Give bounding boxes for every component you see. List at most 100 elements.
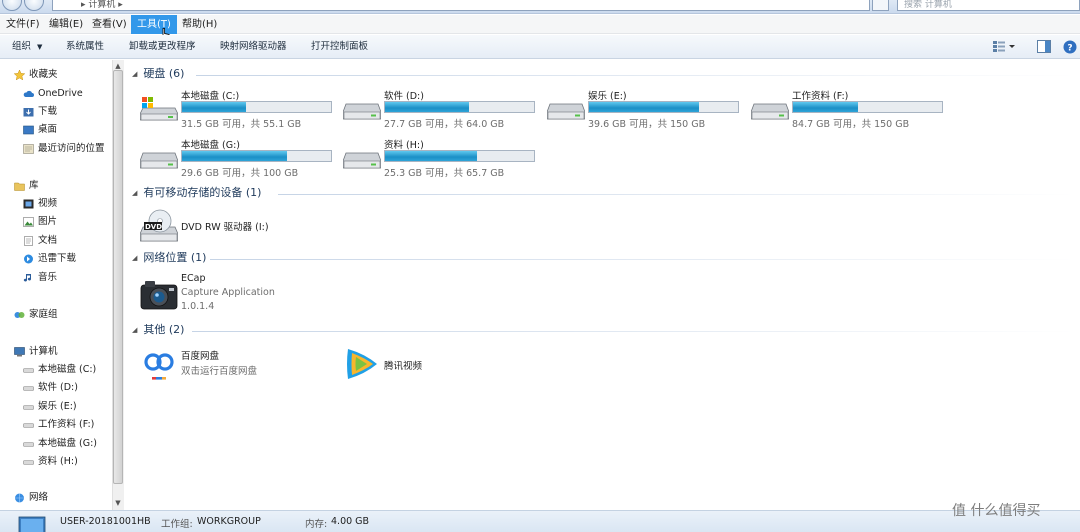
drive-tile-g[interactable]: 本地磁盘 (G:) 29.6 GB 可用，共 100 GB bbox=[140, 137, 340, 179]
drive-icon bbox=[23, 405, 34, 410]
drive-tile-d[interactable]: 软件 (D:) 27.7 GB 可用，共 64.0 GB bbox=[343, 88, 543, 130]
menu-help[interactable]: 帮助(H) bbox=[176, 15, 223, 34]
memory-label: 内存: bbox=[305, 519, 328, 530]
drive-tile-c[interactable]: 本地磁盘 (C:) 31.5 GB 可用，共 55.1 GB bbox=[140, 88, 340, 130]
drive-usage-bar bbox=[588, 101, 739, 113]
group-header-removable[interactable]: ◢ 有可移动存储的设备 (1) bbox=[132, 185, 261, 201]
drive-usage-fill bbox=[793, 102, 858, 112]
camera-icon bbox=[140, 281, 178, 310]
hard-drive-icon bbox=[547, 103, 585, 120]
group-header-other[interactable]: ◢ 其他 (2) bbox=[132, 322, 184, 338]
command-bar: 组织 ▼ 系统属性 卸载或更改程序 映射网络驱动器 打开控制面板 ? bbox=[0, 35, 1080, 59]
organize-button[interactable]: 组织 ▼ bbox=[12, 35, 42, 58]
hard-drive-icon bbox=[343, 103, 381, 120]
drive-free-space: 29.6 GB 可用，共 100 GB bbox=[181, 168, 299, 179]
sidebar-item-label: 工作资料 (F:) bbox=[38, 419, 95, 430]
drive-usage-fill bbox=[182, 151, 287, 161]
svg-text:?: ? bbox=[1067, 44, 1072, 54]
menu-edit[interactable]: 编辑(E) bbox=[43, 15, 89, 34]
computer-name: USER-20181001HB bbox=[60, 516, 151, 527]
recent-places-icon bbox=[23, 144, 34, 154]
downloads-folder-icon bbox=[23, 108, 34, 117]
sidebar-computer-label: 计算机 bbox=[29, 346, 58, 357]
drive-usage-bar bbox=[384, 150, 535, 162]
sidebar-item-label: 资料 (H:) bbox=[38, 456, 78, 467]
other-item-baidu-netdisk[interactable]: 百度网盘 双击运行百度网盘 bbox=[140, 348, 320, 384]
sidebar-item-label: 软件 (D:) bbox=[38, 382, 78, 393]
drive-tile-h[interactable]: 资料 (H:) 25.3 GB 可用，共 65.7 GB bbox=[343, 137, 543, 179]
workgroup-label: 工作组: bbox=[161, 519, 193, 530]
cloud-icon bbox=[23, 90, 34, 97]
group-header-hard-disks[interactable]: ◢ 硬盘 (6) bbox=[132, 66, 184, 82]
collapse-triangle-icon: ◢ bbox=[132, 254, 138, 262]
sidebar-item-label: 娱乐 (E:) bbox=[38, 401, 77, 412]
map-network-drive-button[interactable]: 映射网络驱动器 bbox=[220, 35, 287, 58]
picture-library-icon bbox=[23, 217, 34, 227]
video-library-icon bbox=[23, 199, 34, 209]
drive-usage-fill bbox=[385, 102, 470, 112]
address-bar[interactable]: ▸ 计算机 ▸ bbox=[52, 0, 870, 11]
group-header-network-locations[interactable]: ◢ 网络位置 (1) bbox=[132, 250, 206, 266]
drive-usage-fill bbox=[182, 102, 246, 112]
drive-free-space: 84.7 GB 可用，共 150 GB bbox=[792, 119, 910, 130]
sidebar-scroll-thumb[interactable] bbox=[113, 70, 123, 484]
collapse-triangle-icon: ◢ bbox=[132, 70, 138, 78]
address-dropdown-button[interactable] bbox=[872, 0, 889, 11]
group-title: 其他 (2) bbox=[143, 323, 185, 336]
sidebar-item-label: 桌面 bbox=[38, 124, 58, 135]
drive-usage-bar bbox=[792, 101, 943, 113]
search-input[interactable]: 搜索 计算机 bbox=[897, 0, 1080, 11]
sidebar-item-label: 最近访问的位置 bbox=[38, 143, 105, 154]
preview-pane-icon[interactable] bbox=[1037, 40, 1051, 53]
help-icon[interactable]: ? bbox=[1063, 40, 1077, 54]
other-item-tencent-video[interactable]: 腾讯视频 bbox=[343, 346, 523, 384]
network-icon bbox=[15, 493, 24, 503]
drive-tile-f[interactable]: 工作资料 (F:) 84.7 GB 可用，共 150 GB bbox=[751, 88, 951, 130]
other-item-description: 双击运行百度网盘 bbox=[181, 366, 258, 377]
open-control-panel-button[interactable]: 打开控制面板 bbox=[311, 35, 368, 58]
drive-free-space: 39.6 GB 可用，共 150 GB bbox=[588, 119, 706, 130]
chevron-down-icon: ▼ bbox=[37, 43, 43, 51]
group-title: 硬盘 (6) bbox=[143, 67, 185, 80]
music-note-icon bbox=[23, 274, 32, 282]
libraries-icon bbox=[14, 182, 25, 191]
sidebar-item-label: 下载 bbox=[38, 106, 58, 117]
uninstall-program-button[interactable]: 卸载或更改程序 bbox=[129, 35, 196, 58]
network-item-description: Capture Application bbox=[181, 287, 275, 298]
drive-icon bbox=[23, 460, 34, 465]
group-divider bbox=[278, 194, 1076, 195]
scroll-down-arrow[interactable]: ▼ bbox=[114, 499, 122, 507]
sidebar-item-label: 视频 bbox=[38, 198, 58, 209]
group-divider bbox=[192, 331, 1076, 332]
forward-button[interactable] bbox=[24, 0, 44, 11]
drive-name: 本地磁盘 (C:) bbox=[181, 91, 240, 102]
watermark: 值 什么值得买 bbox=[952, 503, 1041, 519]
homegroup-icon bbox=[14, 312, 25, 318]
view-options-icon[interactable] bbox=[993, 40, 1015, 53]
drive-icon bbox=[23, 368, 34, 373]
details-pane: USER-20181001HB 工作组: WORKGROUP 内存: 4.00 … bbox=[0, 510, 1080, 532]
dvd-drive-tile[interactable]: DVD DVD RW 驱动器 (I:) bbox=[140, 207, 320, 247]
group-divider bbox=[196, 75, 1076, 76]
computer-icon bbox=[14, 347, 25, 357]
search-placeholder: 搜索 计算机 bbox=[904, 0, 952, 10]
back-button[interactable] bbox=[2, 0, 22, 11]
sidebar-homegroup-label: 家庭组 bbox=[29, 309, 58, 320]
sidebar-item-label: OneDrive bbox=[38, 88, 83, 99]
menu-tools[interactable]: 工具(T) bbox=[131, 15, 177, 34]
network-item-name: ECap bbox=[181, 273, 206, 284]
sidebar-network-label: 网络 bbox=[29, 492, 49, 503]
star-icon bbox=[14, 70, 25, 80]
scroll-up-arrow[interactable]: ▲ bbox=[114, 62, 122, 70]
menu-view[interactable]: 查看(V) bbox=[86, 15, 133, 34]
menu-file[interactable]: 文件(F) bbox=[0, 15, 46, 34]
drive-free-space: 27.7 GB 可用，共 64.0 GB bbox=[384, 119, 505, 130]
sidebar-item-label: 本地磁盘 (G:) bbox=[38, 438, 97, 449]
system-properties-button[interactable]: 系统属性 bbox=[66, 35, 104, 58]
hard-drive-icon bbox=[343, 152, 381, 169]
network-item-version: 1.0.1.4 bbox=[181, 301, 215, 312]
sidebar-item-label: 迅雷下载 bbox=[38, 253, 77, 264]
drive-tile-e[interactable]: 娱乐 (E:) 39.6 GB 可用，共 150 GB bbox=[547, 88, 747, 130]
network-item-ecap[interactable]: ECap Capture Application 1.0.1.4 bbox=[140, 273, 320, 319]
sidebar-item-label: 文档 bbox=[38, 235, 58, 246]
